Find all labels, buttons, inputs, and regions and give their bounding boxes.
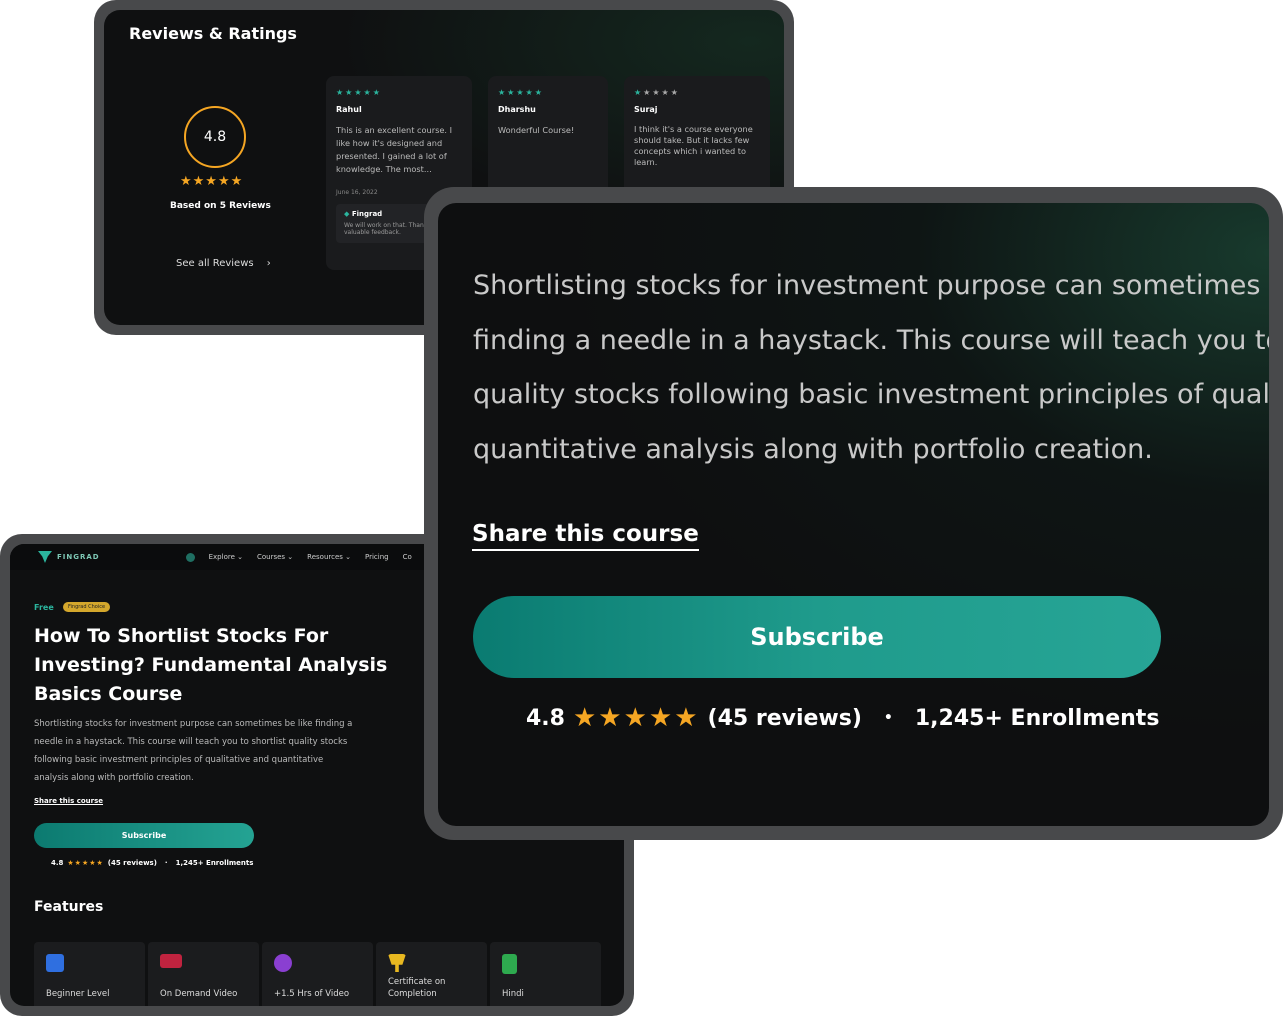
review-text: I think it's a course everyone should ta… — [634, 124, 753, 168]
nav-courses[interactable]: Courses ⌄ — [257, 553, 293, 561]
share-course-link[interactable]: Share this course — [34, 797, 103, 805]
course-title: How To Shortlist Stocks For Investing? F… — [34, 625, 388, 705]
reply-author-name: Fingrad — [351, 209, 383, 218]
description-line: quantitative analysis along with portfol… — [473, 433, 1153, 465]
course-meta: 4.8 ★★★★★ (45 reviews) • 1,245+ Enrollme… — [526, 703, 1159, 733]
logo-text: FINGRAD — [57, 553, 100, 561]
nav-pricing[interactable]: Pricing — [365, 553, 389, 561]
course-rating: 4.8 — [51, 859, 64, 867]
zoom-detail-screen: Shortlisting stocks for investment purpo… — [438, 203, 1269, 826]
reviewer-name: Rahul — [336, 105, 362, 114]
star-filled: ★ — [634, 88, 644, 97]
review-card: ★★★★★ Dharshu Wonderful Course! — [488, 76, 608, 196]
review-count: (45 reviews) — [707, 705, 862, 731]
rating-stars: ★★★★★ — [572, 703, 700, 733]
enrollment-count: 1,245+ Enrollments — [175, 859, 254, 867]
language-icon — [502, 954, 517, 974]
reviewer-name: Dharshu — [498, 105, 536, 114]
fingrad-logo-icon: ◆ — [344, 209, 350, 218]
zoom-detail-device: Shortlisting stocks for investment purpo… — [424, 187, 1283, 840]
feature-card: +1.5 Hrs of Video — [262, 942, 373, 1006]
separator-dot: • — [883, 710, 893, 726]
review-stars: ★★★★★ — [634, 88, 760, 97]
review-text: This is an excellent course. I like how … — [336, 125, 452, 175]
nav-resources[interactable]: Resources ⌄ — [307, 553, 351, 561]
course-description-zoomed: Shortlisting stocks for investment purpo… — [473, 259, 1269, 477]
course-rating: 4.8 — [526, 705, 565, 731]
share-course-link[interactable]: Share this course — [472, 521, 699, 551]
features-heading: Features — [34, 899, 104, 915]
search-icon[interactable] — [185, 552, 195, 562]
feature-card: Certificate on Completion — [376, 942, 487, 1006]
feature-card: Hindi — [490, 942, 601, 1006]
review-stars: ★★★★★ — [336, 88, 382, 97]
subscribe-button[interactable]: Subscribe — [34, 823, 254, 848]
rating-stars: ★★★★★ — [67, 859, 104, 867]
chevron-right-icon: › — [266, 258, 271, 269]
separator-dot: · — [164, 859, 168, 867]
subscribe-button[interactable]: Subscribe — [473, 596, 1161, 678]
nav-more[interactable]: Co — [403, 553, 412, 561]
feature-label: On Demand Video — [160, 989, 238, 999]
feature-label: Certificate on Completion — [388, 977, 446, 999]
rating-circle: 4.8 — [184, 106, 246, 168]
nav-explore[interactable]: Explore ⌄ — [209, 553, 243, 561]
reviewer-name: Suraj — [634, 105, 658, 114]
price-free-label: Free — [34, 603, 54, 612]
fingrad-logo[interactable]: FINGRAD — [38, 551, 100, 563]
feature-label: Beginner Level — [46, 989, 110, 999]
rating-stars: ★★★★★ — [180, 174, 244, 189]
trophy-icon — [388, 954, 406, 972]
feature-label: Hindi — [502, 989, 524, 999]
reviews-title: Reviews & Ratings — [129, 24, 297, 43]
review-count: (45 reviews) — [107, 859, 157, 867]
description-line: quality stocks following basic investmen… — [473, 379, 1269, 410]
fingrad-choice-badge: Fingrad Choice — [63, 602, 111, 612]
description-line: Shortlisting stocks for investment purpo… — [473, 270, 1269, 301]
stopwatch-icon — [274, 954, 292, 972]
based-on-reviews: Based on 5 Reviews — [170, 201, 271, 211]
see-all-label: See all Reviews — [176, 258, 254, 269]
feature-card: Beginner Level — [34, 942, 145, 1006]
course-description: Shortlisting stocks for investment purpo… — [34, 719, 353, 783]
enrollment-count: 1,245+ Enrollments — [914, 705, 1160, 731]
feature-card: On Demand Video — [148, 942, 259, 1006]
see-all-reviews-link[interactable]: See all Reviews › — [176, 258, 271, 269]
review-card: ★★★★★ Suraj I think it's a course everyo… — [624, 76, 770, 196]
course-meta: 4.8 ★★★★★ (45 reviews) · 1,245+ Enrollme… — [51, 859, 253, 867]
video-icon — [160, 954, 182, 968]
bar-chart-icon — [46, 954, 64, 972]
fingrad-logo-icon — [38, 551, 52, 563]
review-stars: ★★★★★ — [498, 88, 544, 97]
review-text: Wonderful Course! — [498, 125, 575, 135]
star-empty: ★★★★ — [643, 88, 680, 97]
description-line: finding a needle in a haystack. This cou… — [473, 324, 1269, 356]
feature-label: +1.5 Hrs of Video — [274, 989, 350, 999]
